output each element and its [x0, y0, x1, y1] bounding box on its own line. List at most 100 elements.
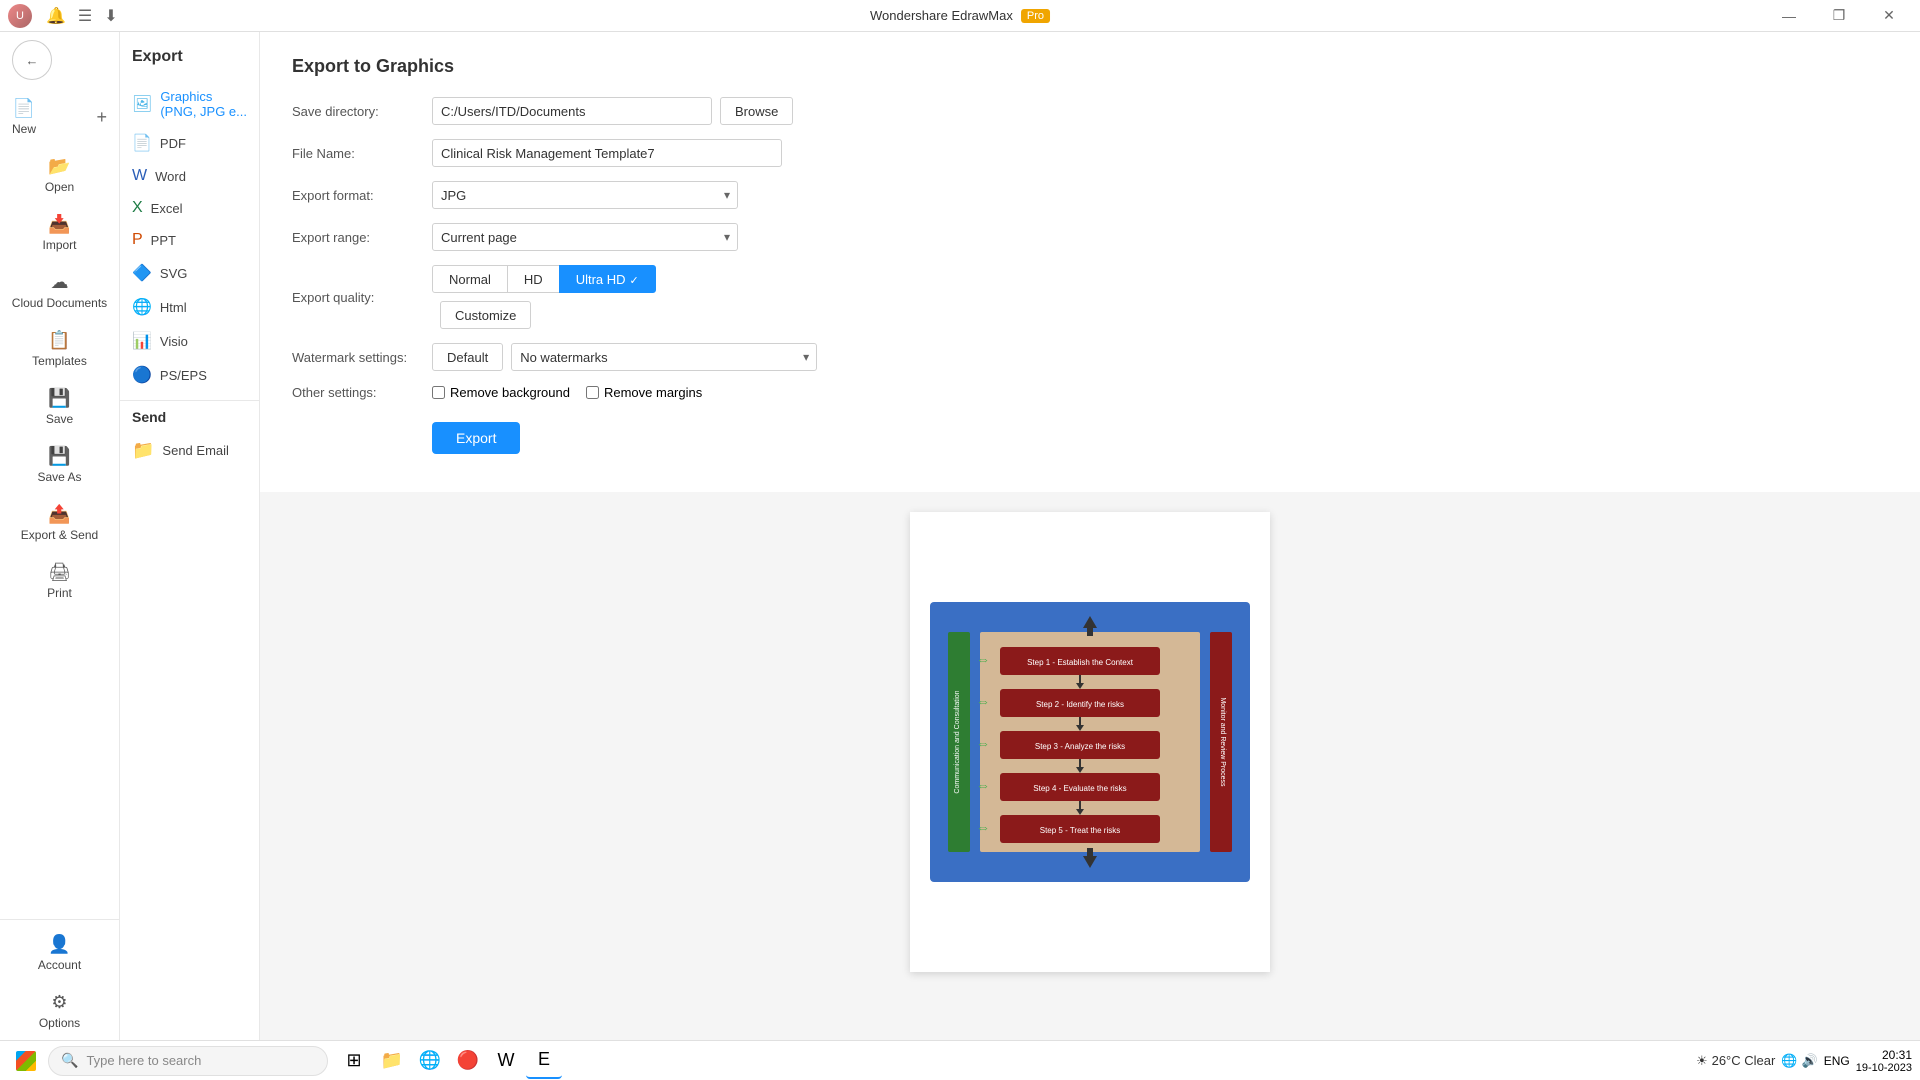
export-type-excel[interactable]: X Excel: [120, 192, 259, 224]
taskbar-word-button[interactable]: W: [488, 1043, 524, 1079]
watermark-control: Default No watermarks Custom watermark: [432, 343, 817, 371]
taskbar-chrome-button[interactable]: 🔴: [450, 1043, 486, 1079]
taskbar-edge-button[interactable]: 🌐: [412, 1043, 448, 1079]
file-name-control: [432, 139, 782, 167]
sidebar-item-print[interactable]: 🖨 Print: [0, 552, 119, 610]
other-settings-control: Remove background Remove margins: [432, 385, 702, 400]
watermark-default-button[interactable]: Default: [432, 343, 503, 371]
excel-icon: X: [132, 199, 143, 217]
svg-text:⇔: ⇔: [976, 693, 990, 709]
export-format-select[interactable]: JPG PNG BMP TIFF GIF: [432, 181, 738, 209]
import-icon: 📥: [48, 214, 70, 235]
weather-text: 26°C Clear: [1712, 1053, 1776, 1068]
export-type-html[interactable]: 🌐 Html: [120, 290, 259, 324]
taskbar-date: 19-10-2023: [1856, 1062, 1912, 1074]
taskbar-search-box[interactable]: 🔍 Type here to search: [48, 1046, 328, 1076]
diagram-preview: Communication and Consultation Monitor a…: [930, 602, 1250, 882]
restore-button[interactable]: ❐: [1816, 0, 1862, 32]
cloud-icon: ☁: [51, 272, 69, 293]
minimize-button[interactable]: —: [1766, 0, 1812, 32]
taskbar-right: ☀ 26°C Clear 🌐 🔊 ENG 20:31 19-10-2023: [1696, 1048, 1912, 1074]
email-icon: 📁: [132, 440, 154, 461]
taskbar-clock: 20:31 19-10-2023: [1856, 1048, 1912, 1074]
watermark-select[interactable]: No watermarks Custom watermark: [511, 343, 817, 371]
file-name-input[interactable]: [432, 139, 782, 167]
export-type-graphics[interactable]: 🖼 Graphics (PNG, JPG e...: [120, 82, 259, 126]
notification-icon[interactable]: 🔔: [46, 6, 66, 26]
new-plus-icon[interactable]: +: [96, 107, 107, 128]
export-type-svg[interactable]: 🔷 SVG: [120, 256, 259, 290]
sidebar-item-save[interactable]: 💾 Save: [0, 378, 119, 436]
send-email-item[interactable]: 📁 Send Email: [132, 433, 247, 468]
taskbar-explorer-button[interactable]: 📁: [374, 1043, 410, 1079]
preview-area: Communication and Consultation Monitor a…: [260, 492, 1920, 1040]
export-type-word[interactable]: W Word: [120, 160, 259, 192]
sidebar-item-templates[interactable]: 📋 Templates: [0, 320, 119, 378]
export-sidebar-title: Export: [120, 40, 259, 82]
sidebar-item-account[interactable]: 👤 Account: [0, 924, 119, 982]
remove-margins-checkbox[interactable]: [586, 386, 599, 399]
export-icon: 📤: [48, 504, 70, 525]
export-type-ppt[interactable]: P PPT: [120, 224, 259, 256]
svg-text:Communication and Consultation: Communication and Consultation: [954, 690, 961, 793]
watermark-select-wrapper: No watermarks Custom watermark: [511, 343, 817, 371]
app-title: Wondershare EdrawMax: [870, 8, 1013, 23]
ps-icon: 🔵: [132, 365, 152, 385]
remove-margins-item[interactable]: Remove margins: [586, 385, 702, 400]
pro-badge: Pro: [1021, 9, 1050, 23]
quality-ultrahd-button[interactable]: Ultra HD: [559, 265, 656, 293]
excel-label: Excel: [151, 201, 183, 216]
taskbar-search-placeholder: Type here to search: [86, 1053, 201, 1068]
visio-label: Visio: [160, 334, 188, 349]
svg-text:Step 2 - Identify the risks: Step 2 - Identify the risks: [1036, 700, 1124, 709]
export-range-select[interactable]: Current page All pages Selected objects: [432, 223, 738, 251]
download-icon[interactable]: ⬇: [104, 6, 117, 26]
back-button[interactable]: ←: [12, 40, 52, 80]
customize-button[interactable]: Customize: [440, 301, 531, 329]
save-directory-label: Save directory:: [292, 104, 432, 119]
sidebar-item-options[interactable]: ⚙ Options: [0, 982, 119, 1040]
print-label: Print: [47, 586, 72, 600]
save-directory-input[interactable]: [432, 97, 712, 125]
file-name-row: File Name:: [292, 139, 1888, 167]
export-type-visio[interactable]: 📊 Visio: [120, 324, 259, 358]
export-type-pdf[interactable]: 📄 PDF: [120, 126, 259, 160]
export-range-select-wrapper: Current page All pages Selected objects: [432, 223, 738, 251]
taskbar-edraw-button[interactable]: E: [526, 1043, 562, 1079]
quality-normal-button[interactable]: Normal: [432, 265, 508, 293]
svg-text:⇔: ⇔: [976, 777, 990, 793]
menu-icon[interactable]: ☰: [78, 6, 92, 26]
taskbar-view-button[interactable]: ⊞: [336, 1043, 372, 1079]
speaker-icon: 🔊: [1802, 1053, 1818, 1069]
ppt-icon: P: [132, 231, 143, 249]
browse-button[interactable]: Browse: [720, 97, 793, 125]
svg-icon: 🔷: [132, 263, 152, 283]
remove-background-checkbox[interactable]: [432, 386, 445, 399]
remove-margins-label: Remove margins: [604, 385, 702, 400]
export-type-pseps[interactable]: 🔵 PS/EPS: [120, 358, 259, 392]
main-layout: ← 📄 New + 📂 Open 📥 Import ☁ Cloud Docume…: [0, 32, 1920, 1040]
title-bar-controls: — ❐ ✕: [1766, 0, 1912, 32]
remove-background-item[interactable]: Remove background: [432, 385, 570, 400]
other-settings-row: Other settings: Remove background Remove…: [292, 385, 1888, 400]
save-directory-control: Browse: [432, 97, 793, 125]
sidebar-item-saveas[interactable]: 💾 Save As: [0, 436, 119, 494]
taskbar-start-button[interactable]: [8, 1043, 44, 1079]
export-button[interactable]: Export: [432, 422, 520, 454]
taskbar: 🔍 Type here to search ⊞ 📁 🌐 🔴 W E ☀ 26°C…: [0, 1040, 1920, 1080]
export-range-control: Current page All pages Selected objects: [432, 223, 738, 251]
sidebar-item-import[interactable]: 📥 Import: [0, 204, 119, 262]
send-email-label: Send Email: [162, 443, 228, 458]
sidebar-item-export[interactable]: 📤 Export & Send: [0, 494, 119, 552]
html-icon: 🌐: [132, 297, 152, 317]
svg-text:⇔: ⇔: [976, 819, 990, 835]
new-label: New: [12, 122, 36, 136]
sidebar-item-open[interactable]: 📂 Open: [0, 146, 119, 204]
watermark-row: Watermark settings: Default No watermark…: [292, 343, 1888, 371]
quality-hd-button[interactable]: HD: [508, 265, 559, 293]
sidebar-item-cloud[interactable]: ☁ Cloud Documents: [0, 262, 119, 320]
language-indicator: ENG: [1824, 1054, 1850, 1068]
close-button[interactable]: ✕: [1866, 0, 1912, 32]
export-format-label: Export format:: [292, 188, 432, 203]
sidebar-item-new[interactable]: 📄 New +: [0, 88, 119, 146]
